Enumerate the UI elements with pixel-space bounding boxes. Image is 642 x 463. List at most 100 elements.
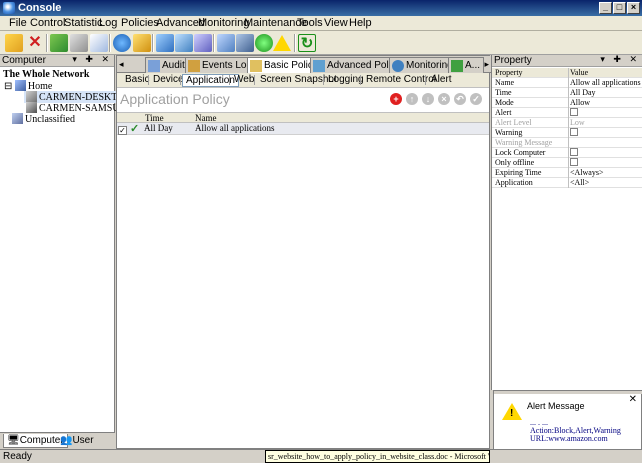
tab-events-log-label: Events Log	[202, 60, 253, 71]
prop-label: Only offline	[495, 158, 535, 167]
monitor-icon[interactable]	[156, 34, 174, 52]
menu-statistic[interactable]: Statistic	[64, 17, 103, 29]
print-preview-icon[interactable]	[90, 34, 108, 52]
menu-file[interactable]: File	[9, 17, 27, 29]
prop-label: Expiring Time	[495, 168, 542, 177]
menu-control[interactable]: Control	[30, 17, 65, 29]
tree-unclassified[interactable]: Unclassified	[12, 113, 75, 125]
collapse-icon[interactable]: ⊟	[4, 81, 12, 92]
tab-scroll-left-icon[interactable]: ◂	[119, 59, 124, 70]
policy-grid-header: Time Name	[117, 112, 489, 123]
subtab-alert[interactable]: Alert	[428, 74, 455, 87]
prop-only-offline-row[interactable]: Only offline	[492, 158, 642, 168]
remote-control-icon[interactable]	[194, 34, 212, 52]
tab-monitoring[interactable]: Monitoring	[389, 57, 457, 73]
warning-icon[interactable]	[273, 35, 291, 51]
title-bar[interactable]: Console _ □ ×	[0, 0, 642, 16]
delete-button[interactable]: ×	[438, 93, 450, 105]
menu-help[interactable]: Help	[349, 17, 372, 29]
undo-button[interactable]: ↶	[454, 93, 466, 105]
only-offline-checkbox[interactable]	[570, 158, 642, 167]
row-time: All Day	[144, 123, 173, 133]
prop-warning-row[interactable]: Warning	[492, 128, 642, 138]
prop-warning-message-row: Warning Message	[492, 138, 642, 148]
policy-icon[interactable]	[133, 34, 151, 52]
close-button[interactable]: ×	[627, 2, 640, 14]
prop-label: Alert	[495, 108, 512, 117]
prop-label: Mode	[495, 98, 514, 107]
policy-title: Application Policy	[120, 91, 230, 107]
menu-monitoring[interactable]: Monitoring	[198, 17, 249, 29]
refresh-icon[interactable]: ↻	[298, 34, 316, 52]
alert-url[interactable]: URL:www.amazon.com	[530, 434, 608, 443]
prop-lock-computer-row[interactable]: Lock Computer	[492, 148, 642, 158]
menu-view[interactable]: View	[324, 17, 348, 29]
more-icon	[451, 60, 463, 72]
alert-close-icon[interactable]: ✕	[629, 394, 637, 405]
screen-snapshot-icon[interactable]	[175, 34, 193, 52]
maximize-button[interactable]: □	[613, 2, 626, 14]
tree-root-label: The Whole Network	[3, 69, 90, 80]
lock-computer-checkbox[interactable]	[570, 148, 642, 157]
prop-value: All Day	[570, 88, 596, 97]
tab-monitoring-label: Monitoring	[406, 60, 453, 71]
tab-audit[interactable]: Audit	[145, 57, 189, 73]
add-button[interactable]: +	[390, 93, 402, 105]
warning-checkbox[interactable]	[570, 128, 642, 137]
subtab-separator	[323, 75, 324, 85]
tree-root[interactable]: The Whole Network	[3, 69, 89, 80]
web-icon[interactable]	[255, 34, 273, 52]
tab-more[interactable]: A...	[448, 57, 485, 73]
minimize-button[interactable]: _	[599, 2, 612, 14]
save-button[interactable]: ✓	[470, 93, 482, 105]
table-row[interactable]: ✓ ✓ All Day Allow all applications	[117, 123, 489, 135]
panel-controls[interactable]: ▾ ✚ ✕	[600, 54, 640, 65]
menu-policies[interactable]: Policies	[121, 17, 159, 29]
network-icon[interactable]	[217, 34, 235, 52]
alert-checkbox[interactable]	[570, 108, 642, 117]
prop-expiring-time-row[interactable]: Expiring Time <Always>	[492, 168, 642, 178]
computer-panel-title: Computer	[2, 55, 46, 66]
prop-value: Allow all applications	[570, 78, 641, 87]
alert-title: Alert Message	[527, 401, 585, 411]
prop-application-row[interactable]: Application <All>	[492, 178, 642, 188]
tab-scroll-right-icon[interactable]: ▸	[484, 59, 489, 70]
column-name[interactable]: Name	[195, 113, 217, 123]
prop-alert-row[interactable]: Alert	[492, 108, 642, 118]
prop-name-row[interactable]: Name Allow all applications	[492, 78, 642, 88]
prop-time-row[interactable]: Time All Day	[492, 88, 642, 98]
monitoring-icon	[392, 60, 404, 72]
alert-grip[interactable]	[494, 391, 642, 394]
delete-icon[interactable]: ✕	[26, 34, 44, 52]
move-down-button[interactable]: ↓	[422, 93, 434, 105]
import-icon[interactable]	[50, 34, 68, 52]
panel-controls[interactable]: ▾ ✚ ✕	[72, 54, 112, 65]
taskbar-tooltip: sr_website_how_to_apply_policy_in_websit…	[265, 450, 490, 463]
user-tab-icon: 👥	[60, 435, 73, 446]
print-icon[interactable]	[70, 34, 88, 52]
menu-tools[interactable]: Tools	[297, 17, 323, 29]
property-column-divider[interactable]	[568, 68, 569, 188]
toolbar-separator	[46, 34, 48, 52]
property-columns: Property Value	[492, 68, 642, 78]
subtab-separator	[180, 75, 181, 85]
toolbar-separator	[294, 34, 296, 52]
prop-mode-row[interactable]: Mode Allow	[492, 98, 642, 108]
move-up-button[interactable]: ↑	[406, 93, 418, 105]
tree-unclassified-label: Unclassified	[25, 114, 75, 125]
tab-user[interactable]: 👥User	[57, 434, 97, 448]
tab-events-log[interactable]: Events Log	[185, 57, 257, 73]
computer-icon	[26, 91, 37, 102]
row-checkbox[interactable]: ✓	[118, 124, 127, 135]
menu-log[interactable]: Log	[99, 17, 117, 29]
computers-icon[interactable]	[236, 34, 254, 52]
globe-icon[interactable]	[113, 34, 131, 52]
column-time[interactable]: Time	[145, 113, 164, 123]
window-title: Console	[18, 2, 62, 14]
main-tabstrip: ◂ Audit Events Log Basic Policy Advanced…	[117, 56, 491, 74]
tab-user-label: User	[72, 435, 94, 446]
policy-header: Application Policy + ↑ ↓ × ↶ ✓	[117, 88, 489, 110]
network-group-icon	[14, 80, 26, 91]
open-folder-icon[interactable]	[5, 34, 23, 52]
toolbar-separator	[213, 34, 215, 52]
